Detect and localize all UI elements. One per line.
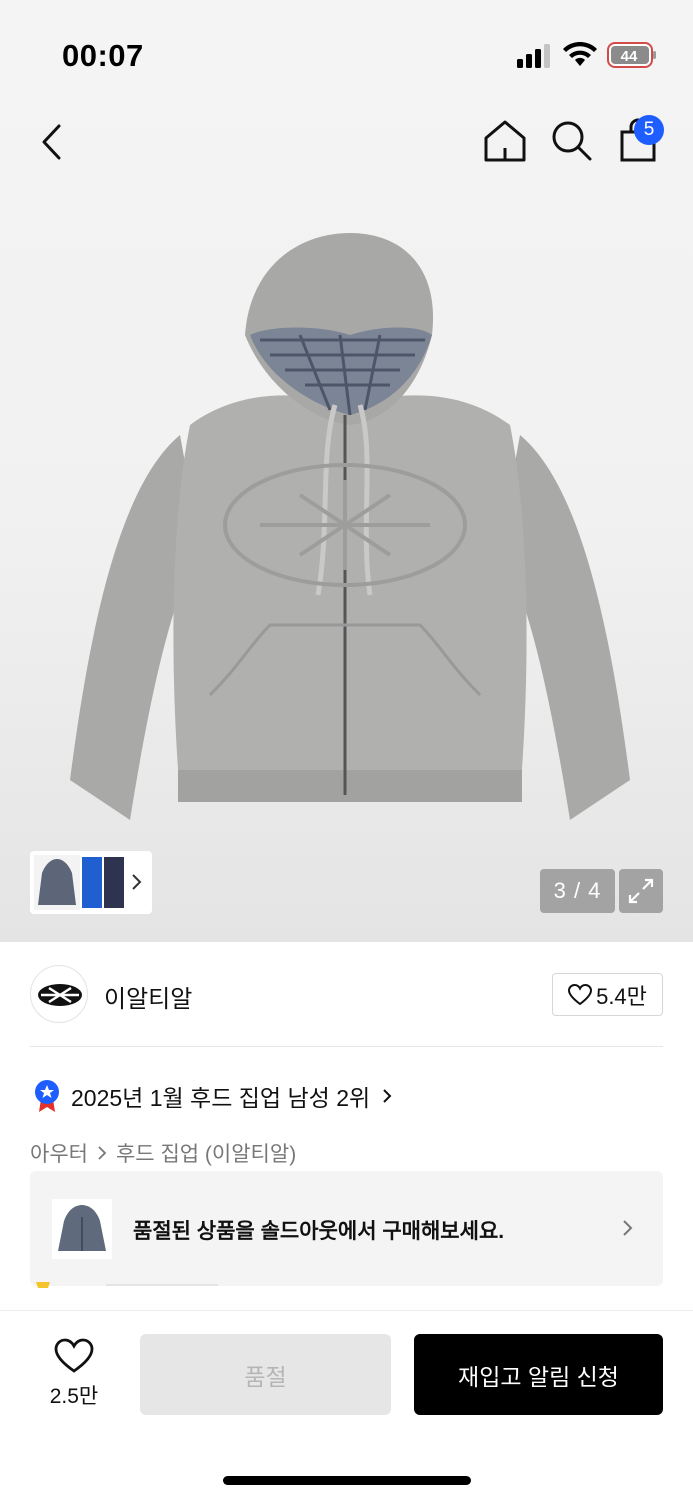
back-icon[interactable] — [34, 120, 74, 164]
brand-name[interactable]: 이알티알 — [104, 979, 192, 1014]
expand-icon — [628, 878, 654, 904]
hoodie-thumbnail-image — [58, 1205, 106, 1251]
chevron-right-icon — [383, 1089, 392, 1103]
soldout-button[interactable]: 품절 — [140, 1334, 391, 1415]
breadcrumb-subcategory[interactable]: 후드 집업 (이알티알) — [116, 1138, 296, 1168]
banner-text: 품절된 상품을 솔드아웃에서 구매해보세요. — [133, 1220, 505, 1243]
breadcrumb-category[interactable]: 아우터 — [30, 1138, 88, 1168]
home-indicator[interactable] — [223, 1476, 471, 1485]
expand-button[interactable] — [619, 869, 663, 913]
breadcrumb: 아우터 후드 집업 (이알티알) — [30, 1138, 296, 1168]
chevron-right-icon — [623, 1220, 633, 1236]
rating-bar — [106, 1284, 218, 1286]
banner-thumbnail — [52, 1199, 112, 1259]
wishlist-count: 2.5만 — [49, 1385, 99, 1408]
brand-like-count: 5.4만 — [596, 983, 647, 1009]
divider — [30, 1046, 663, 1047]
chevron-right-icon — [132, 874, 142, 890]
product-photo-hoodie[interactable] — [60, 225, 640, 825]
wishlist-button[interactable]: 2.5만 — [30, 1334, 118, 1414]
status-time: 00:07 — [62, 38, 144, 73]
ranking-badge-icon — [35, 1080, 59, 1112]
ranking-text: 2025년 1월 후드 집업 남성 2위 — [71, 1085, 371, 1111]
chevron-right-icon — [98, 1146, 107, 1160]
heart-icon — [54, 1338, 94, 1373]
wifi-icon — [563, 42, 597, 66]
restock-alert-button[interactable]: 재입고 알림 신청 — [414, 1334, 663, 1415]
thumbnail-strip[interactable] — [30, 851, 152, 914]
rating-star-icon — [36, 1282, 50, 1288]
brand-logo-mark — [38, 984, 82, 1006]
thumbnail-images[interactable] — [34, 855, 126, 910]
status-bar: 00:07 44 — [0, 0, 693, 100]
product-image-area[interactable]: 00:07 44 5 3 / 4 — [0, 0, 693, 942]
brand-like-button[interactable]: 5.4만 — [552, 973, 663, 1016]
heart-icon — [568, 983, 593, 1005]
brand-logo[interactable] — [30, 965, 88, 1023]
image-counter: 3 / 4 — [540, 869, 615, 913]
search-icon[interactable] — [549, 118, 593, 162]
home-icon[interactable] — [482, 118, 528, 164]
battery-level: 44 — [621, 48, 638, 65]
cellular-signal-icon — [517, 44, 550, 68]
ranking-link[interactable]: 2025년 1월 후드 집업 남성 2위 — [33, 1076, 394, 1116]
battery-icon: 44 — [607, 42, 657, 68]
cart-badge: 5 — [634, 115, 664, 145]
soldout-banner[interactable]: 품절된 상품을 솔드아웃에서 구매해보세요. — [30, 1171, 663, 1286]
